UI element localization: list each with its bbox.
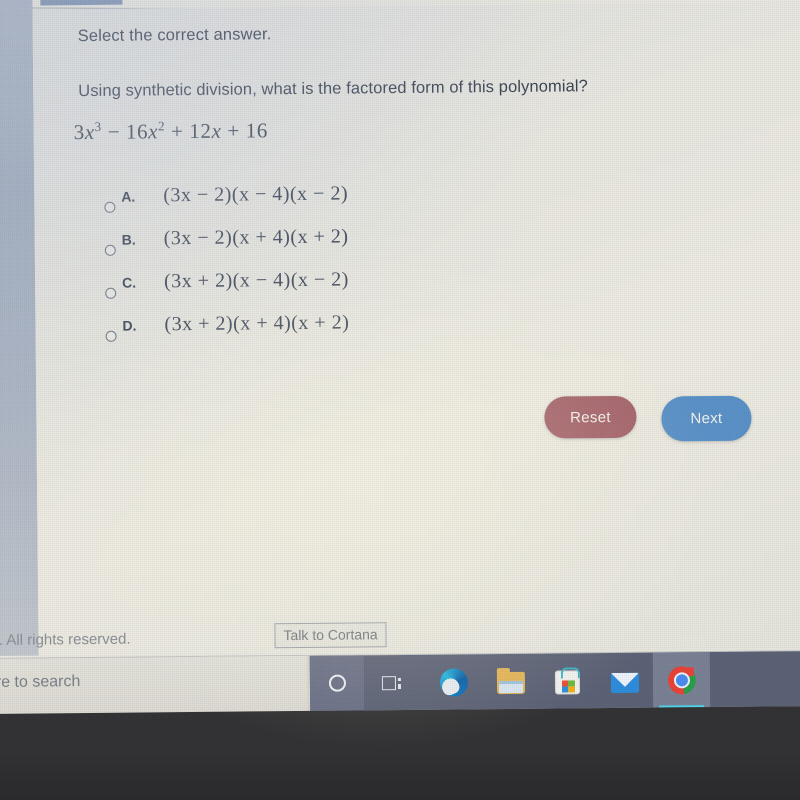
option-expression: (3x − 2)(x + 4)(x + 2) — [163, 225, 349, 250]
poly-coef-quad: 16 — [125, 119, 149, 144]
poly-var-cubic: x — [84, 119, 95, 145]
reset-button[interactable]: Reset — [544, 395, 637, 439]
next-button[interactable]: Next — [661, 395, 752, 442]
answer-option-c[interactable]: C. (3x + 2)(x − 4)(x − 2) — [105, 269, 349, 314]
taskbar-app-store[interactable] — [539, 653, 597, 709]
poly-var-lin: x — [211, 118, 222, 143]
cortana-button[interactable] — [309, 655, 365, 711]
option-letter: C. — [122, 274, 137, 291]
radio-button-icon[interactable] — [105, 330, 117, 342]
poly-op-2: + — [170, 119, 184, 144]
answer-option-a[interactable]: A. (3x − 2)(x − 4)(x − 2) — [104, 183, 348, 228]
question-text: Using synthetic division, what is the fa… — [78, 77, 588, 101]
option-letter: D. — [122, 317, 137, 334]
answer-option-b[interactable]: B. (3x − 2)(x + 4)(x + 2) — [104, 225, 349, 271]
option-letter: B. — [121, 231, 136, 248]
microsoft-store-icon — [554, 670, 581, 695]
prompt-text: Select the correct answer. — [77, 25, 272, 46]
poly-constant: 16 — [245, 118, 268, 143]
taskbar-main — [309, 651, 800, 711]
task-view-icon — [381, 675, 402, 691]
answer-option-d[interactable]: D. (3x + 2)(x + 4)(x + 2) — [105, 312, 349, 357]
poly-coef-cubic: 3 — [73, 120, 85, 145]
poly-exp-quad: 2 — [157, 118, 166, 134]
screen-surface: Select the correct answer. Using synthet… — [0, 0, 800, 800]
taskbar-app-edge[interactable] — [425, 654, 483, 710]
taskbar-search-box[interactable]: ere to search — [0, 655, 308, 714]
search-input[interactable]: ere to search — [0, 673, 80, 692]
microsoft-edge-icon — [439, 667, 468, 697]
google-chrome-icon — [667, 665, 696, 694]
polynomial-expression: 3x3 − 16x2 + 12x + 16 — [74, 117, 268, 145]
taskbar-app-mail[interactable] — [596, 653, 654, 709]
photographed-screen: Select the correct answer. Using synthet… — [0, 0, 800, 800]
cortana-tooltip: Talk to Cortana — [274, 622, 387, 649]
windows-taskbar: ere to search — [0, 651, 800, 714]
answer-options-list: A. (3x − 2)(x − 4)(x − 2) B. (3x − 2)(x … — [104, 183, 349, 357]
copyright-text: n. All rights reserved. — [0, 630, 131, 649]
poly-op-1: − — [107, 119, 121, 144]
browser-tab-stub[interactable] — [40, 0, 123, 6]
poly-exp-cubic: 3 — [94, 118, 102, 134]
poly-op-3: + — [227, 118, 240, 143]
poly-coef-lin: 12 — [189, 118, 212, 144]
quiz-page: Select the correct answer. Using synthet… — [32, 2, 800, 656]
option-expression: (3x + 2)(x − 4)(x − 2) — [163, 268, 349, 293]
radio-button-icon[interactable] — [105, 287, 117, 299]
option-letter: A. — [121, 188, 136, 205]
radio-button-icon[interactable] — [104, 201, 116, 213]
taskbar-app-chrome[interactable] — [652, 652, 711, 708]
option-expression: (3x + 2)(x + 4)(x + 2) — [164, 311, 350, 336]
option-expression: (3x − 2)(x − 4)(x − 2) — [163, 182, 349, 207]
radio-button-icon[interactable] — [104, 244, 116, 256]
monitor-bezel — [0, 754, 800, 800]
file-explorer-icon — [496, 671, 525, 695]
task-view-button[interactable] — [364, 655, 421, 711]
cortana-circle-icon — [328, 674, 346, 692]
taskbar-app-list — [425, 652, 711, 710]
mail-icon — [610, 672, 639, 693]
taskbar-app-explorer[interactable] — [482, 654, 540, 710]
